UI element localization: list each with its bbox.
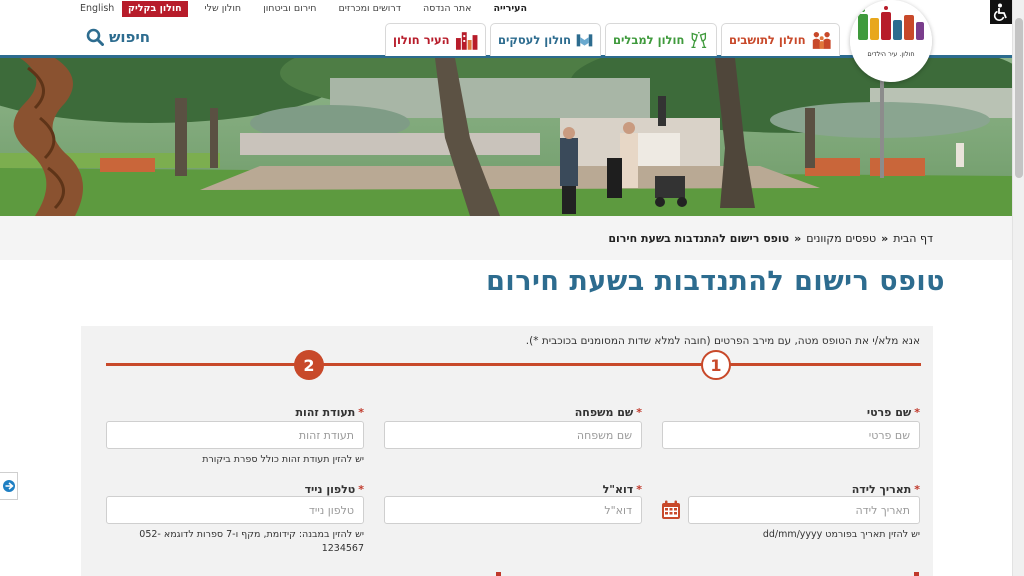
holon-logo[interactable]: חולון. עיר הילדים — [850, 0, 932, 82]
last-name-label: *שם משפחה — [574, 406, 642, 419]
id-number-label: *תעודת זהות — [295, 406, 364, 419]
birth-date-hint: יש להזין תאריך בפורמט dd/mm/yyyy — [762, 529, 920, 540]
first-name-label: *שם פרטי — [866, 406, 920, 419]
top-nav-emergency[interactable]: חירום וביטחון — [263, 3, 316, 14]
breadcrumb-online-forms[interactable]: טפסים מקוונים — [806, 232, 876, 245]
first-name-input[interactable] — [662, 421, 920, 449]
birth-date-input[interactable] — [688, 496, 920, 524]
nav-business-button[interactable]: חולון לעסקים — [490, 23, 601, 56]
mobile-phone-hint: יש להזין במבנה: קידומת, מקף ו-7 ספרות לד… — [139, 529, 364, 554]
logo-caption: חולון. עיר הילדים — [867, 50, 915, 58]
park-scene-illustration — [0, 58, 1012, 216]
accessibility-button[interactable] — [990, 0, 1012, 24]
nav-business-label: חולון לעסקים — [498, 33, 571, 47]
volunteer-form-panel: אנא מלא/י את הטופס מטה, עם מירב הפרטים (… — [81, 326, 933, 576]
holon-click-button[interactable]: חולון בקליק — [122, 1, 188, 17]
breadcrumb-home[interactable]: דף הבית — [893, 232, 933, 245]
step-2-indicator[interactable]: 2 — [294, 350, 324, 380]
search-icon — [86, 28, 104, 46]
nav-leisure-label: חולון למבלים — [613, 33, 685, 47]
id-number-hint: יש להזין תעודת זהות כולל ספרת ביקורת — [202, 454, 364, 465]
last-name-input[interactable] — [384, 421, 642, 449]
top-nav-municipality[interactable]: העירייה — [494, 3, 528, 14]
breadcrumb-separator: » — [794, 232, 802, 245]
calendar-icon[interactable] — [661, 500, 681, 520]
hero-park-image — [0, 58, 1012, 216]
breadcrumb-current: טופס רישום להתנדבות בשעת חירום — [608, 232, 790, 245]
family-icon — [812, 31, 831, 49]
search-label: חיפוש — [109, 28, 151, 46]
email-input[interactable] — [384, 496, 642, 524]
breadcrumb-band: דף הבית » טפסים מקוונים » טופס רישום להת… — [0, 216, 1012, 260]
breadcrumb-separator: » — [881, 232, 889, 245]
top-nav-my-holon[interactable]: חולון שלי — [204, 3, 241, 14]
nav-city-button[interactable]: העיר חולון — [385, 23, 486, 56]
mobile-phone-input[interactable] — [106, 496, 364, 524]
step-progress-line — [106, 363, 921, 366]
top-nav-jobs-tenders[interactable]: דרושים ומכרזים — [338, 3, 400, 14]
wheelchair-icon — [993, 3, 1007, 21]
id-number-input[interactable] — [106, 421, 364, 449]
side-floating-tab[interactable] — [0, 472, 18, 500]
breadcrumb: דף הבית » טפסים מקוונים » טופס רישום להת… — [608, 232, 933, 245]
nav-residents-label: חולון לתושבים — [729, 33, 806, 47]
birth-date-label: *תאריך לידה — [851, 483, 920, 496]
nav-residents-button[interactable]: חולון לתושבים — [721, 23, 840, 56]
next-row-required-marker — [496, 572, 501, 576]
city-icon — [455, 32, 478, 50]
email-label: *דוא"ל — [602, 483, 642, 496]
mobile-phone-label: *טלפון נייד — [304, 483, 364, 496]
page-scrollbar[interactable] — [1012, 0, 1024, 576]
handshake-icon — [576, 34, 593, 47]
nav-city-label: העיר חולון — [393, 33, 450, 47]
form-intro-text: אנא מלא/י את הטופס מטה, עם מירב הפרטים (… — [525, 335, 920, 347]
next-row-required-marker — [914, 572, 919, 576]
page-title: טופס רישום להתנדבות בשעת חירום — [486, 266, 945, 297]
english-link[interactable]: English — [80, 3, 114, 14]
step-1-indicator[interactable]: 1 — [701, 350, 731, 380]
top-nav-engineering[interactable]: אתר הנדסה — [423, 3, 472, 14]
nav-leisure-button[interactable]: חולון למבלים — [605, 23, 717, 56]
top-nav: העירייה אתר הנדסה דרושים ומכרזים חירום ו… — [204, 3, 527, 14]
scrollbar-thumb[interactable] — [1015, 18, 1023, 178]
search-button[interactable]: חיפוש — [86, 28, 150, 46]
chat-support-icon — [2, 480, 15, 492]
cheers-icon — [691, 31, 707, 49]
